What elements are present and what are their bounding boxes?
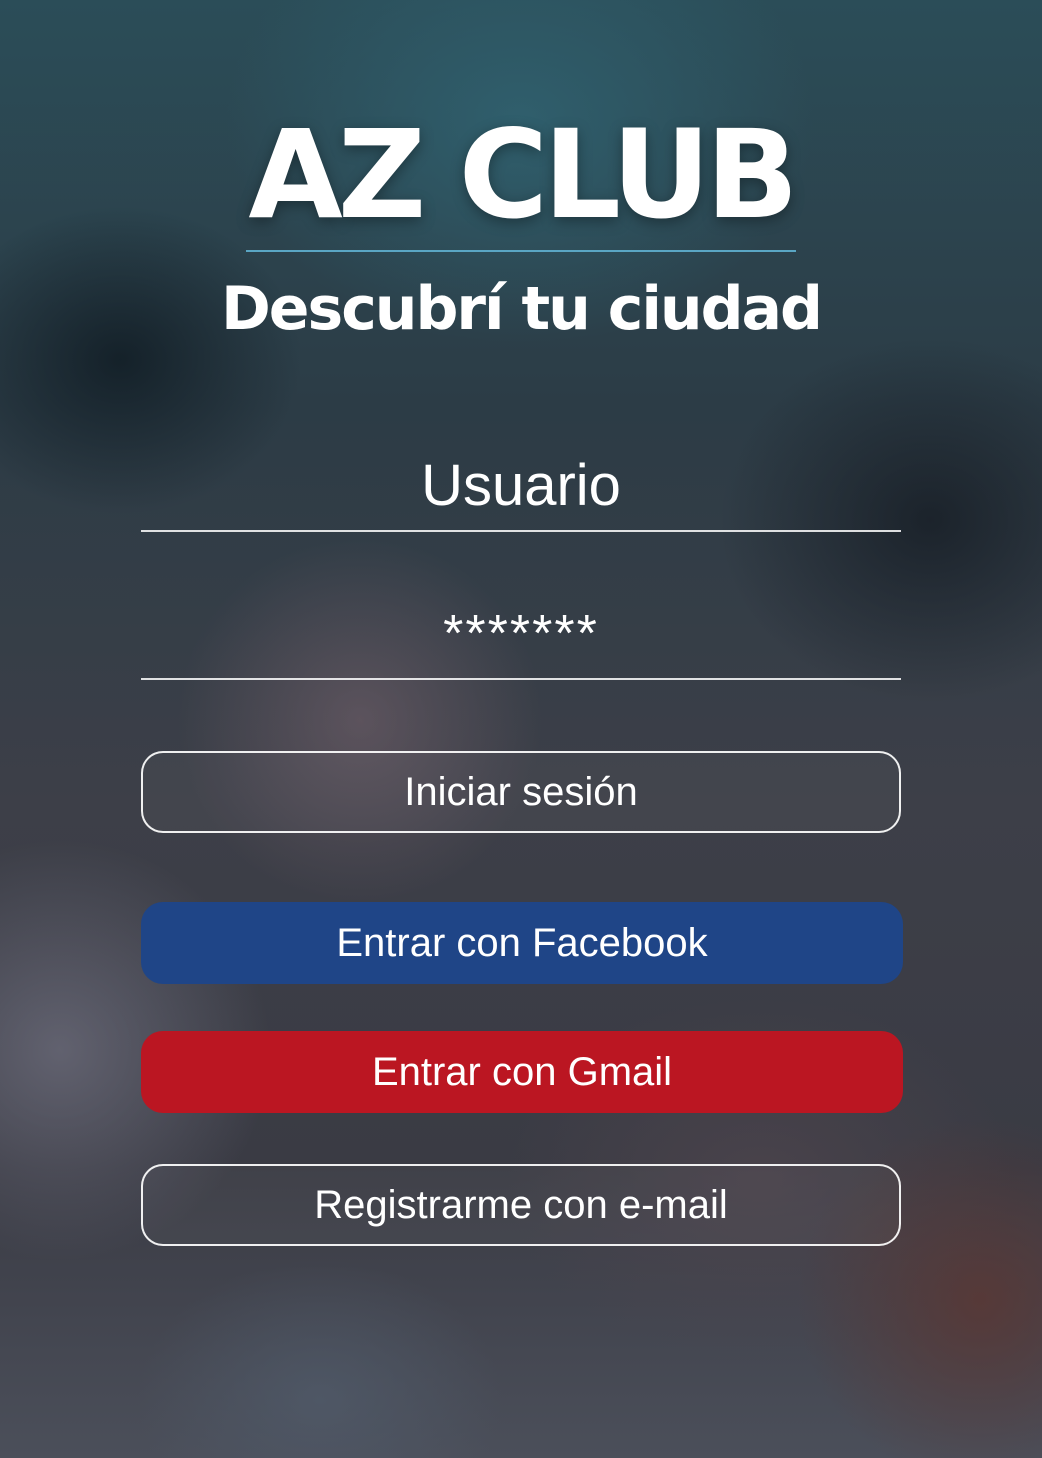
app-logo-title: AZ CLUB bbox=[248, 104, 798, 246]
username-field bbox=[141, 440, 901, 532]
username-input[interactable] bbox=[141, 440, 901, 530]
login-content: AZ CLUB Descubrí tu ciudad Iniciar sesió… bbox=[0, 0, 1042, 1458]
register-email-button[interactable]: Registrarme con e-mail bbox=[141, 1164, 901, 1246]
app-tagline: Descubrí tu ciudad bbox=[220, 274, 823, 344]
facebook-login-button[interactable]: Entrar con Facebook bbox=[141, 902, 903, 984]
brand-divider bbox=[246, 250, 796, 252]
password-field bbox=[141, 590, 901, 680]
gmail-login-button[interactable]: Entrar con Gmail bbox=[141, 1031, 903, 1113]
login-screen: AZ CLUB Descubrí tu ciudad Iniciar sesió… bbox=[0, 0, 1042, 1458]
login-button[interactable]: Iniciar sesión bbox=[141, 751, 901, 833]
password-input[interactable] bbox=[141, 590, 901, 678]
